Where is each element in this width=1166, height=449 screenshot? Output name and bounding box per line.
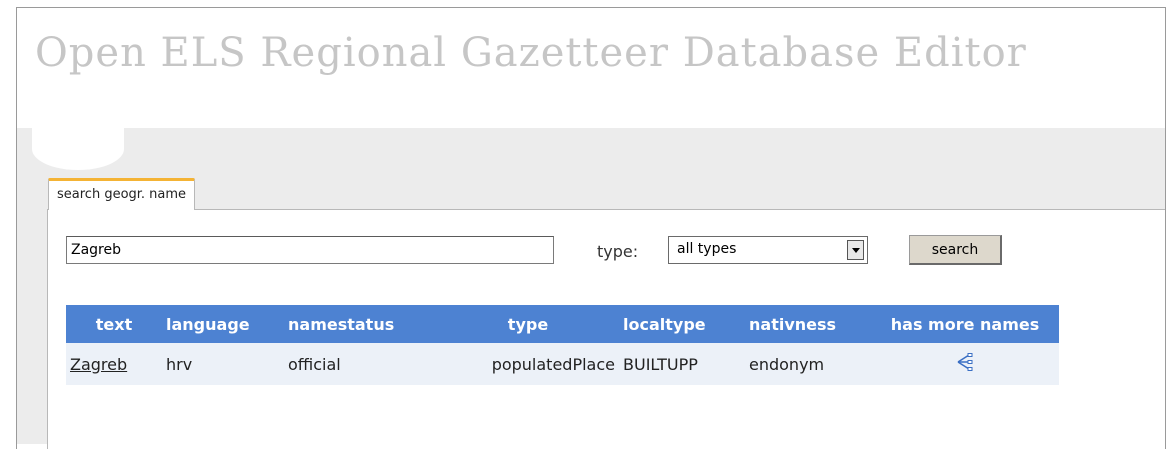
cell-namestatus: official (284, 343, 437, 385)
header-has-more-names: has more names (871, 305, 1059, 343)
app-title: Open ELS Regional Gazetteer Database Edi… (35, 30, 1027, 76)
type-select[interactable]: all types (668, 236, 868, 264)
table-header-row: text language namestatus type localtype … (66, 305, 1059, 343)
tree-branch-icon[interactable] (955, 353, 975, 375)
type-select-value: all types (677, 241, 737, 257)
header-text: text (66, 305, 162, 343)
cell-localtype: BUILTUPP (619, 343, 745, 385)
cell-nativness: endonym (745, 343, 871, 385)
type-label: type: (597, 242, 639, 261)
table-row: Zagreb hrv official populatedPlace BUILT… (66, 343, 1059, 385)
header-nativness: nativness (745, 305, 871, 343)
header-language: language (162, 305, 284, 343)
search-input[interactable] (66, 236, 554, 264)
header-localtype: localtype (619, 305, 745, 343)
header-namestatus: namestatus (284, 305, 437, 343)
tab-search-geogr-name[interactable]: search geogr. name (48, 178, 196, 210)
cell-has-more-names (871, 343, 1059, 385)
cell-language: hrv (162, 343, 284, 385)
header-type: type (437, 305, 619, 343)
header-curve-decoration (32, 128, 124, 170)
chevron-down-icon[interactable] (847, 240, 864, 260)
cell-type: populatedPlace (437, 343, 619, 385)
cell-text: Zagreb (66, 343, 162, 385)
results-table: text language namestatus type localtype … (66, 305, 1059, 385)
search-button[interactable]: search (909, 235, 1002, 265)
name-link[interactable]: Zagreb (70, 355, 127, 374)
